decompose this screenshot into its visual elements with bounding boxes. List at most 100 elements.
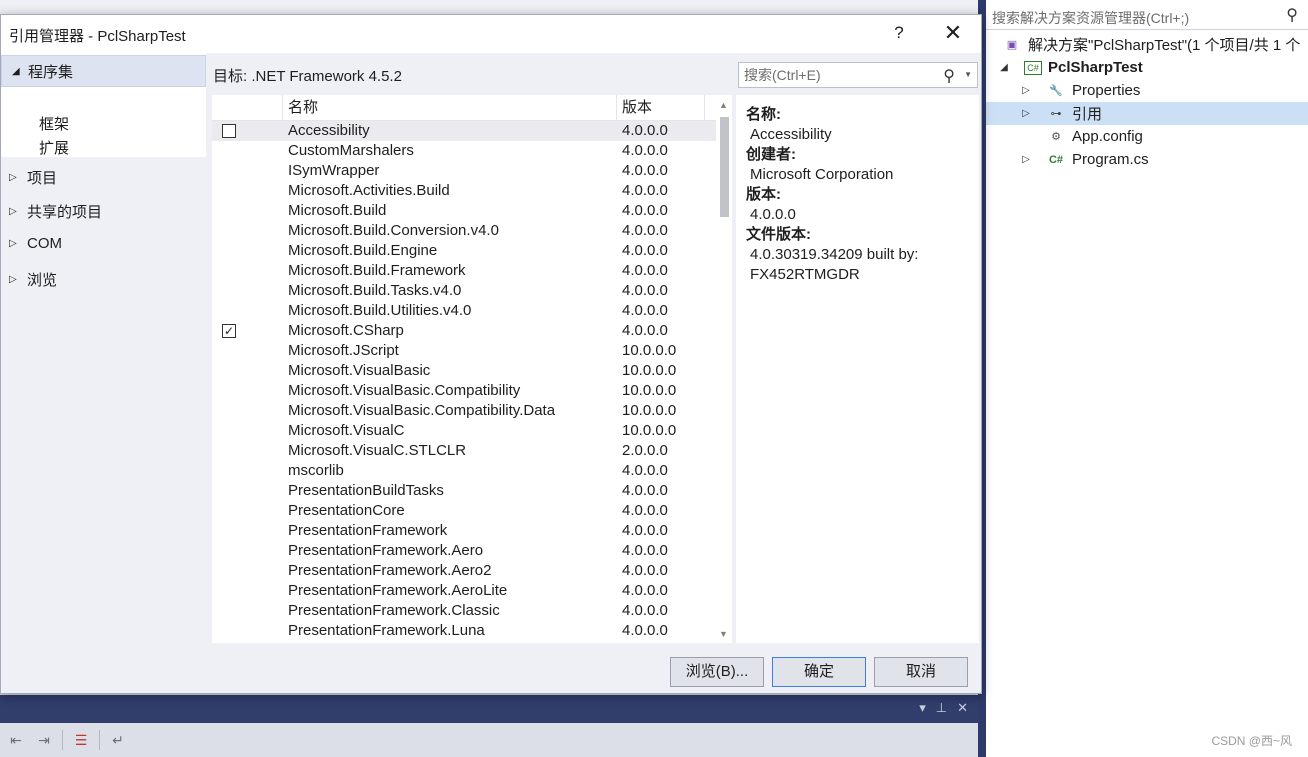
row-version: 4.0.0.0: [622, 602, 668, 619]
list-item[interactable]: PresentationFramework.Aero 4.0.0.0: [212, 541, 716, 561]
program-node[interactable]: ▷ C# Program.cs: [986, 148, 1308, 171]
nav-projects-label: 项目: [27, 170, 58, 187]
row-version: 4.0.0.0: [622, 582, 668, 599]
list-item[interactable]: PresentationFramework.Classic 4.0.0.0: [212, 601, 716, 621]
list-item[interactable]: Microsoft.Build.Utilities.v4.0 4.0.0.0: [212, 301, 716, 321]
scroll-thumb[interactable]: [720, 117, 729, 217]
list-item[interactable]: Accessibility 4.0.0.0: [212, 121, 716, 141]
list-item[interactable]: Microsoft.JScript 10.0.0.0: [212, 341, 716, 361]
row-name: PresentationBuildTasks: [288, 482, 444, 499]
project-node[interactable]: ◢ C# PclSharpTest: [986, 56, 1308, 79]
dialog-titlebar: 引用管理器 - PclSharpTest ? ✕: [1, 15, 981, 53]
row-name: Microsoft.VisualC: [288, 422, 405, 439]
dropdown-icon[interactable]: ▾: [919, 700, 926, 716]
list-item[interactable]: PresentationFramework.Luna 4.0.0.0: [212, 621, 716, 641]
properties-node[interactable]: ▷ 🔧 Properties: [986, 79, 1308, 102]
row-version: 4.0.0.0: [622, 222, 668, 239]
row-name: Microsoft.VisualBasic.Compatibility: [288, 382, 521, 399]
list-item[interactable]: PresentationFramework.Aero2 4.0.0.0: [212, 561, 716, 581]
row-version: 10.0.0.0: [622, 342, 677, 359]
list-item[interactable]: Microsoft.Build.Conversion.v4.0 4.0.0.0: [212, 221, 716, 241]
close-button[interactable]: ✕: [941, 20, 965, 46]
list-item[interactable]: PresentationFramework 4.0.0.0: [212, 521, 716, 541]
nav-shared-projects[interactable]: ▷ 共享的项目: [9, 201, 102, 222]
references-node[interactable]: ▷ ⊶ 引用: [986, 102, 1308, 125]
row-checkbox[interactable]: ✓: [222, 324, 236, 338]
expand-arrow-icon: ▷: [9, 274, 17, 285]
program-label: Program.cs: [1072, 151, 1149, 168]
row-name: Microsoft.Activities.Build: [288, 182, 450, 199]
list-item[interactable]: PresentationFramework.AeroLite 4.0.0.0: [212, 581, 716, 601]
detail-file-version-value: 4.0.30319.34209 built by:: [750, 246, 919, 263]
left-nav: ◢ 程序集 框架 扩展 ▷ 项目 ▷ 共享的项目 ▷ COM ▷ 浏览: [1, 53, 206, 650]
expand-arrow-icon[interactable]: ▷: [1020, 154, 1032, 165]
nav-extensions[interactable]: 扩展: [39, 137, 69, 158]
list-item[interactable]: Microsoft.Build.Engine 4.0.0.0: [212, 241, 716, 261]
nav-lower-area: ▷ 项目 ▷ 共享的项目 ▷ COM ▷ 浏览: [1, 157, 206, 650]
chevron-down-icon[interactable]: ▼: [964, 70, 972, 79]
list-scrollbar[interactable]: ▲ ▼: [716, 95, 732, 643]
list-item[interactable]: CustomMarshalers 4.0.0.0: [212, 141, 716, 161]
nav-com[interactable]: ▷ COM: [9, 235, 62, 252]
nav-browse[interactable]: ▷ 浏览: [9, 269, 57, 290]
detail-file-version-value-cont: FX452RTMGDR: [750, 266, 860, 283]
search-icon[interactable]: ⚲: [943, 66, 955, 86]
row-version: 4.0.0.0: [622, 242, 668, 259]
browse-button[interactable]: 浏览(B)...: [670, 657, 764, 687]
nav-assemblies[interactable]: ◢ 程序集: [1, 55, 206, 87]
row-name: PresentationFramework.AeroLite: [288, 582, 508, 599]
cancel-button[interactable]: 取消: [874, 657, 968, 687]
clear-list-icon[interactable]: ☰: [71, 730, 91, 750]
ok-button[interactable]: 确定: [772, 657, 866, 687]
indent-icon[interactable]: ⇥: [34, 730, 54, 750]
detail-name-label: 名称:: [746, 106, 781, 123]
list-item[interactable]: ✓ Microsoft.CSharp 4.0.0.0: [212, 321, 716, 341]
search-box[interactable]: ⚲ ▼: [738, 62, 978, 88]
panel-close-icon[interactable]: ✕: [957, 700, 968, 716]
watermark: CSDN @西~风: [1211, 734, 1292, 748]
list-item[interactable]: Microsoft.VisualC 10.0.0.0: [212, 421, 716, 441]
list-item[interactable]: ISymWrapper 4.0.0.0: [212, 161, 716, 181]
list-item[interactable]: Microsoft.VisualBasic.Compatibility 10.0.…: [212, 381, 716, 401]
help-button[interactable]: ?: [889, 23, 909, 43]
collapse-arrow-icon[interactable]: ◢: [998, 62, 1010, 73]
detail-version-value: 4.0.0.0: [750, 206, 796, 223]
word-wrap-icon[interactable]: ↵: [108, 730, 128, 750]
list-item[interactable]: Microsoft.Build.Tasks.v4.0 4.0.0.0: [212, 281, 716, 301]
list-item[interactable]: PresentationBuildTasks 4.0.0.0: [212, 481, 716, 501]
expand-arrow-icon[interactable]: ▷: [1020, 108, 1032, 119]
list-item[interactable]: PresentationCore 4.0.0.0: [212, 501, 716, 521]
list-item[interactable]: mscorlib 4.0.0.0: [212, 461, 716, 481]
app-config-node[interactable]: ⚙ App.config: [986, 125, 1308, 148]
outdent-icon[interactable]: ⇤: [6, 730, 26, 750]
search-input[interactable]: [739, 63, 929, 87]
solution-search-input[interactable]: 搜索解决方案资源管理器(Ctrl+;): [986, 4, 1308, 30]
solution-node[interactable]: ▣ 解决方案"PclSharpTest"(1 个项目/共 1 个: [986, 33, 1308, 56]
row-name: Microsoft.Build.Engine: [288, 242, 438, 259]
column-header-spacer: [704, 95, 716, 121]
pin-icon[interactable]: ⊥: [936, 700, 947, 716]
expand-arrow-icon[interactable]: ▷: [1020, 85, 1032, 96]
search-icon[interactable]: ⚲: [1286, 5, 1298, 25]
scroll-up-icon[interactable]: ▲: [719, 100, 728, 110]
expand-arrow-icon: ▷: [9, 238, 17, 249]
nav-framework[interactable]: 框架: [39, 113, 69, 134]
list-item[interactable]: Microsoft.Build 4.0.0.0: [212, 201, 716, 221]
list-item[interactable]: Microsoft.VisualC.STLCLR 2.0.0.0: [212, 441, 716, 461]
row-version: 4.0.0.0: [622, 142, 668, 159]
list-item[interactable]: Microsoft.VisualBasic 10.0.0.0: [212, 361, 716, 381]
column-header-version[interactable]: 版本: [616, 95, 704, 121]
scroll-down-icon[interactable]: ▼: [719, 629, 728, 639]
list-item[interactable]: Microsoft.Build.Framework 4.0.0.0: [212, 261, 716, 281]
row-version: 4.0.0.0: [622, 462, 668, 479]
list-item[interactable]: Microsoft.VisualBasic.Compatibility.Data…: [212, 401, 716, 421]
column-header-name[interactable]: 名称: [282, 95, 618, 121]
row-checkbox[interactable]: [222, 124, 236, 138]
row-version: 10.0.0.0: [622, 402, 677, 419]
row-name: Microsoft.Build.Tasks.v4.0: [288, 282, 462, 299]
app-config-label: App.config: [1072, 128, 1143, 145]
list-item[interactable]: Microsoft.Activities.Build 4.0.0.0: [212, 181, 716, 201]
references-label: 引用: [1072, 106, 1103, 123]
nav-projects[interactable]: ▷ 项目: [9, 167, 57, 188]
row-version: 10.0.0.0: [622, 362, 677, 379]
